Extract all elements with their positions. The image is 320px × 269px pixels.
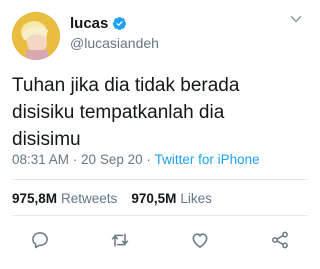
reply-button[interactable]	[26, 226, 54, 254]
tweet-text: Tuhan jika dia tidak berada disisiku tem…	[12, 75, 240, 150]
retweet-button[interactable]	[106, 226, 134, 254]
retweet-icon	[111, 233, 129, 247]
share-button[interactable]	[266, 226, 294, 254]
tweet-stats: 975,8M Retweets 970,5M Likes	[12, 191, 212, 206]
likes-label[interactable]: Likes	[180, 191, 212, 206]
display-name[interactable]: lucas	[70, 15, 108, 32]
verified-badge-icon	[112, 16, 127, 31]
likes-count[interactable]: 970,5M	[131, 191, 176, 206]
tweet-source[interactable]: Twitter for iPhone	[155, 152, 260, 167]
like-icon	[192, 233, 208, 248]
tweet-card: lucas @lucasiandeh Tuhan jika dia tidak …	[0, 0, 320, 269]
tweet-meta: 08:31 AM · 20 Sep 20 · Twitter for iPhon…	[12, 152, 260, 167]
chevron-down-icon[interactable]	[284, 12, 308, 32]
meta-separator: ·	[69, 152, 82, 167]
author-handle[interactable]: @lucasiandeh	[70, 35, 159, 51]
tweet-time: 08:31 AM	[12, 152, 70, 167]
tweet-actions	[0, 226, 320, 256]
like-button[interactable]	[186, 226, 214, 254]
author-name-row: lucas	[70, 15, 127, 32]
retweets-label[interactable]: Retweets	[61, 191, 117, 206]
avatar[interactable]	[12, 12, 60, 60]
divider	[12, 179, 308, 180]
reply-icon	[32, 232, 48, 249]
share-icon	[272, 231, 288, 249]
tweet-date[interactable]: 20 Sep 20	[81, 152, 143, 167]
retweets-count[interactable]: 975,8M	[12, 191, 57, 206]
divider	[12, 215, 308, 216]
meta-separator-2: ·	[142, 152, 155, 167]
